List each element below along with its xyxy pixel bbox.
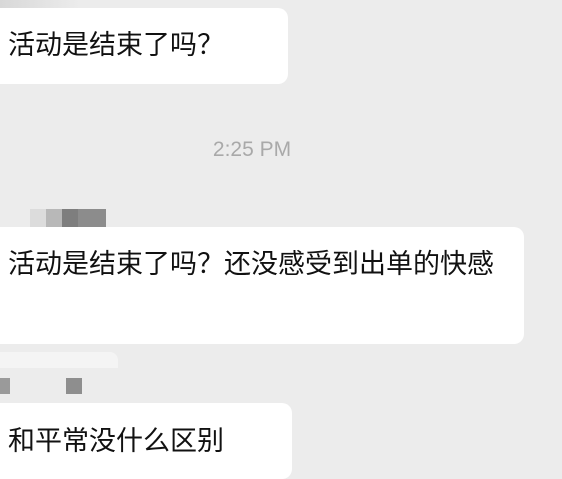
bubble-edge xyxy=(0,352,118,368)
message-timestamp: 2:25 PM xyxy=(212,138,292,161)
message-text: 活动是结束了吗？ xyxy=(8,30,224,61)
pixelated-sender-name xyxy=(0,378,90,394)
message-bubble[interactable]: 活动是结束了吗？ xyxy=(0,8,288,84)
message-bubble[interactable]: 活动是结束了吗？还没感受到出单的快感 xyxy=(0,227,524,344)
message-bubble[interactable]: 和平常没什么区别 xyxy=(0,403,292,479)
pixelated-sender-name xyxy=(30,209,106,227)
message-text: 活动是结束了吗？还没感受到出单的快感 xyxy=(8,249,494,280)
chat-screen: 活动是结束了吗？ 2:25 PM 活动是结束了吗？还没感受到出单的快感 和平常没… xyxy=(0,0,562,479)
message-text: 和平常没什么区别 xyxy=(8,426,224,457)
